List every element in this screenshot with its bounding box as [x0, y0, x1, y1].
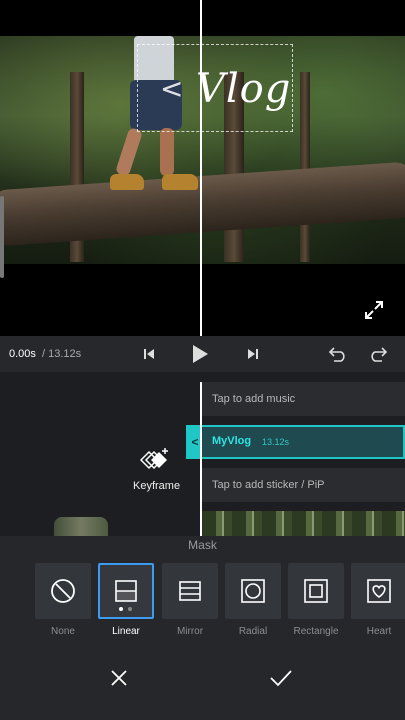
timeline-panel[interactable]: Keyframe Tap to add music < MyVlog 13.12…: [0, 372, 405, 536]
check-icon: [270, 670, 292, 687]
mask-title: Mask: [188, 538, 217, 552]
redo-button[interactable]: [368, 344, 388, 364]
mask-option-label: Heart: [366, 626, 392, 637]
mask-panel: Mask None Linear Mirror Radial Rectangle…: [0, 536, 405, 720]
mask-option-linear[interactable]: [98, 563, 154, 619]
mirror-icon: [179, 581, 201, 601]
playback-bar: 0.00s / 13.12s: [0, 336, 405, 372]
close-icon: [111, 670, 127, 686]
skip-back-icon: [144, 349, 154, 359]
none-icon: [51, 579, 75, 603]
undo-icon: [328, 347, 345, 362]
video-preview[interactable]: < Vlog: [0, 0, 405, 336]
mask-option-mirror[interactable]: [162, 563, 218, 619]
mask-option-heart[interactable]: [351, 563, 405, 619]
tree-trunk: [300, 72, 310, 262]
fullscreen-icon[interactable]: [362, 298, 386, 322]
rectangle-icon: [304, 579, 328, 603]
mask-option-none[interactable]: [35, 563, 91, 619]
skip-forward-icon: [248, 349, 258, 359]
cancel-button[interactable]: [107, 666, 131, 690]
redo-icon: [371, 347, 388, 362]
music-track[interactable]: Tap to add music: [202, 382, 405, 416]
mask-option-rectangle[interactable]: [288, 563, 344, 619]
clip-duration: 13.12s: [262, 437, 290, 447]
heart-icon: [367, 579, 391, 603]
playhead[interactable]: [200, 382, 202, 536]
total-time: / 13.12s: [42, 348, 82, 360]
mask-option-label: Rectangle: [293, 626, 339, 637]
radial-icon: [241, 579, 265, 603]
video-filmstrip[interactable]: [202, 511, 405, 536]
main-clip[interactable]: < MyVlog 13.12s: [186, 425, 405, 459]
confirm-button[interactable]: [269, 666, 293, 690]
linear-mask-line[interactable]: [200, 0, 202, 336]
play-icon: [193, 345, 208, 363]
mask-option-label: Linear: [112, 626, 140, 637]
keyframe-icon: [139, 448, 168, 470]
play-button[interactable]: [190, 344, 210, 364]
mask-option-radial[interactable]: [225, 563, 281, 619]
skip-forward-button[interactable]: [243, 344, 263, 364]
mask-option-label: None: [51, 626, 75, 637]
sticker-track[interactable]: Tap to add sticker / PiP: [202, 468, 405, 502]
clip-name: MyVlog: [212, 435, 252, 447]
mask-option-label: Mirror: [176, 626, 204, 637]
cover-thumbnail[interactable]: [54, 517, 108, 536]
person-boot: [110, 174, 144, 190]
keyframe-label: Keyframe: [133, 480, 181, 492]
overlay-chevron: <: [160, 72, 184, 105]
undo-button[interactable]: [328, 344, 348, 364]
person-leg: [160, 128, 174, 176]
person-boot: [162, 174, 198, 190]
page-dots: [119, 607, 139, 613]
overlay-title-text[interactable]: Vlog: [196, 66, 291, 112]
side-handle[interactable]: [0, 196, 4, 278]
skip-back-button[interactable]: [139, 344, 159, 364]
linear-icon: [115, 580, 137, 602]
mask-option-label: Radial: [238, 626, 268, 637]
current-time: 0.00s: [9, 348, 36, 360]
